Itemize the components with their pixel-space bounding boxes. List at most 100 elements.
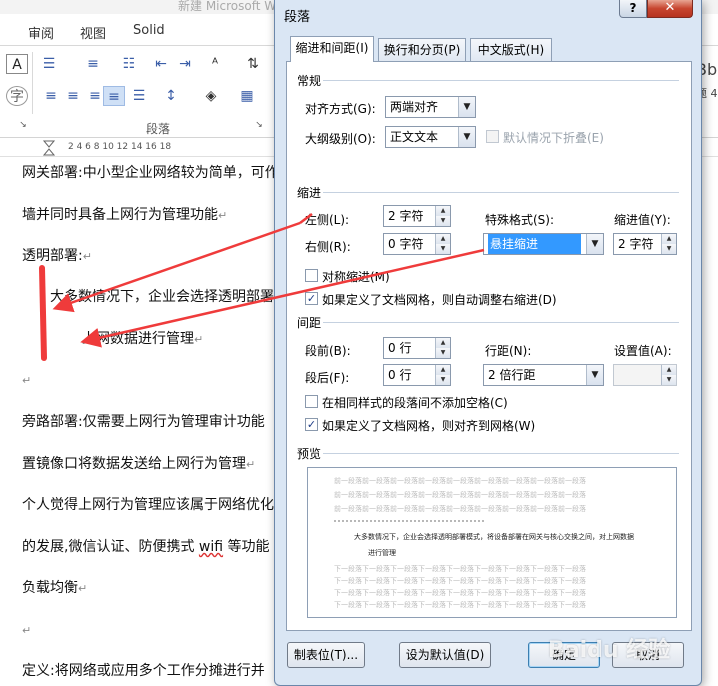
phonetic-icon[interactable]: 字: [6, 86, 28, 106]
close-button[interactable]: ✕: [647, 0, 693, 18]
launcher-icon[interactable]: ↘: [16, 118, 30, 132]
numbering-icon[interactable]: ≡: [82, 54, 104, 74]
doc-line[interactable]: 负载均衡↵: [22, 577, 87, 597]
auto-adjust-label: 如果定义了文档网格，则自动调整右缩进(D): [322, 293, 557, 307]
outline-level-label: 大纲级别(O):: [305, 132, 376, 146]
spin-down-icon[interactable]: ▼: [435, 244, 450, 254]
space-after-label: 段后(F):: [305, 371, 350, 385]
space-after-spinner[interactable]: 0 行 ▲ ▼: [383, 364, 451, 386]
spin-up-icon[interactable]: ▲: [435, 234, 450, 244]
tab-indents-spacing[interactable]: 缩进和间距(I): [290, 36, 374, 62]
auto-adjust-checkbox[interactable]: ✓: [305, 292, 318, 305]
bullets-icon[interactable]: ☰: [38, 54, 60, 74]
no-space-checkbox[interactable]: [305, 395, 318, 408]
spin-up-icon[interactable]: ▲: [435, 365, 450, 375]
indent-by-spinner[interactable]: 2 字符 ▲ ▼: [613, 233, 677, 255]
ruler-numbers: 2 4 6 8 10 12 14 16 18: [68, 142, 172, 152]
preview-next-text: 下一段落下一段落下一段落下一段落下一段落下一段落下一段落下一段落下一段落: [334, 601, 586, 609]
borders-icon[interactable]: ▦: [236, 86, 258, 106]
doc-line[interactable]: 的发展,微信认证、防便携式 wifi 等功能: [22, 536, 270, 556]
preview-next-text: 下一段落下一段落下一段落下一段落下一段落下一段落下一段落下一段落下一段落: [334, 577, 586, 585]
paragraph-dialog: 段落 ? ✕ 缩进和间距(I) 换行和分页(P) 中文版式(H) 常规 对齐方式…: [274, 0, 702, 686]
help-button[interactable]: ?: [619, 0, 647, 18]
tab-solid[interactable]: Solid: [133, 23, 165, 38]
text-style-icon[interactable]: A: [6, 54, 28, 74]
shading-icon[interactable]: ◈: [200, 86, 222, 106]
spin-down-icon[interactable]: ▼: [435, 216, 450, 226]
alignment-select[interactable]: 两端对齐 ▼: [385, 96, 476, 118]
preview-prev-line: [334, 520, 484, 522]
dropdown-arrow-icon: ▼: [586, 234, 603, 254]
preview-prev-text: 前一段落前一段落前一段落前一段落前一段落前一段落前一段落前一段落前一段落: [334, 491, 586, 499]
tab-asian-typography[interactable]: 中文版式(H): [470, 38, 552, 62]
paragraph-mark: ↵: [22, 624, 32, 637]
snap-grid-label: 如果定义了文档网格，则对齐到网格(W): [322, 419, 536, 433]
multilevel-list-icon[interactable]: ☷: [118, 54, 140, 74]
spin-down-icon[interactable]: ▼: [435, 348, 450, 358]
doc-line[interactable]: 旁路部署:仅需要上网行为管理审计功能: [22, 411, 265, 431]
outline-level-select[interactable]: 正文文本 ▼: [385, 126, 476, 148]
dialog-title: 段落: [284, 10, 311, 25]
dropdown-arrow-icon: ▼: [458, 127, 475, 147]
preview-sample-text: 进行管理: [368, 549, 396, 557]
special-format-select[interactable]: 悬挂缩进 ▼: [483, 233, 604, 255]
distributed-icon[interactable]: ☰: [128, 86, 150, 106]
align-left-icon[interactable]: ≡: [40, 86, 62, 106]
tabs-button[interactable]: 制表位(T)...: [287, 642, 365, 668]
line-spacing-icon[interactable]: ↕: [160, 86, 182, 106]
spin-up-icon[interactable]: ▲: [661, 234, 676, 244]
tab-view[interactable]: 视图: [80, 23, 106, 42]
preview-sample-text: 大多数情况下，企业会选择透明部署模式，将设备部署在网关与核心交换之间，对上网数据: [354, 533, 634, 541]
doc-line[interactable]: 上网数据进行管理↵: [82, 328, 203, 348]
spin-up-icon: ▲: [661, 365, 676, 375]
mirror-indent-checkbox[interactable]: [305, 269, 318, 282]
section-spacing-header: 间距: [297, 316, 322, 330]
tab-review[interactable]: 审阅: [28, 23, 54, 42]
preview-prev-text: 前一段落前一段落前一段落前一段落前一段落前一段落前一段落前一段落前一段落: [334, 477, 586, 485]
section-indent-header: 缩进: [297, 186, 322, 200]
section-preview-header: 预览: [297, 447, 322, 461]
doc-line[interactable]: 定义:将网络或应用多个工作分摊进行并: [22, 660, 265, 680]
justify-icon[interactable]: ≡: [103, 86, 125, 106]
spin-up-icon[interactable]: ▲: [435, 206, 450, 216]
decrease-indent-icon[interactable]: ⇤: [150, 54, 172, 74]
snap-grid-checkbox[interactable]: ✓: [305, 418, 318, 431]
section-general-header: 常规: [297, 74, 322, 88]
space-before-label: 段前(B):: [305, 344, 351, 358]
doc-line[interactable]: 透明部署:↵: [22, 245, 92, 265]
watermark-logo: Baidu 经验: [548, 638, 671, 663]
set-default-button[interactable]: 设为默认值(D): [399, 642, 491, 668]
collapse-checkbox: [486, 130, 499, 143]
tab-line-page-breaks[interactable]: 换行和分页(P): [378, 38, 466, 62]
spin-down-icon[interactable]: ▼: [661, 244, 676, 254]
spacing-at-label: 设置值(A):: [614, 344, 672, 358]
special-format-label: 特殊格式(S):: [485, 213, 555, 227]
spin-up-icon[interactable]: ▲: [435, 338, 450, 348]
doc-line[interactable]: 大多数情况下，企业会选择透明部署: [50, 286, 274, 306]
line-spacing-select[interactable]: 2 倍行距 ▼: [483, 364, 604, 386]
space-before-spinner[interactable]: 0 行 ▲ ▼: [383, 337, 451, 359]
asian-layout-icon[interactable]: ᴬ: [204, 54, 226, 74]
doc-line[interactable]: 置镜像口将数据发送给上网行为管理↵: [22, 453, 255, 473]
no-space-label: 在相同样式的段落间不添加空格(C): [322, 396, 508, 410]
paragraph-launcher-icon[interactable]: ↘: [252, 118, 266, 132]
mirror-indent-label: 对称缩进(M): [322, 270, 390, 284]
sort-icon[interactable]: ⇅: [242, 54, 264, 74]
indent-marker-icon[interactable]: [43, 139, 55, 157]
preview-next-text: 下一段落下一段落下一段落下一段落下一段落下一段落下一段落下一段落下一段落: [334, 565, 586, 573]
preview-box: 前一段落前一段落前一段落前一段落前一段落前一段落前一段落前一段落前一段落 前一段…: [307, 467, 677, 618]
doc-line[interactable]: 个人觉得上网行为管理应该属于网络优化: [22, 494, 274, 514]
preview-next-text: 下一段落下一段落下一段落下一段落下一段落下一段落下一段落下一段落下一段落: [334, 589, 586, 597]
spin-down-icon[interactable]: ▼: [435, 375, 450, 385]
indent-left-spinner[interactable]: 2 字符 ▲ ▼: [383, 205, 451, 227]
align-center-icon[interactable]: ≡: [62, 86, 84, 106]
doc-line[interactable]: 网关部署:中小型企业网络较为简单，可作: [22, 162, 279, 182]
word-window-title: 新建 Microsoft W: [178, 0, 277, 13]
line-spacing-label: 行距(N):: [485, 344, 532, 358]
dropdown-arrow-icon: ▼: [586, 365, 603, 385]
indent-right-spinner[interactable]: 0 字符 ▲ ▼: [383, 233, 451, 255]
spacing-at-spinner: ▲ ▼: [613, 364, 677, 386]
spin-down-icon: ▼: [661, 375, 676, 385]
doc-line[interactable]: 墙并同时具备上网行为管理功能↵: [22, 204, 227, 224]
increase-indent-icon[interactable]: ⇥: [174, 54, 196, 74]
